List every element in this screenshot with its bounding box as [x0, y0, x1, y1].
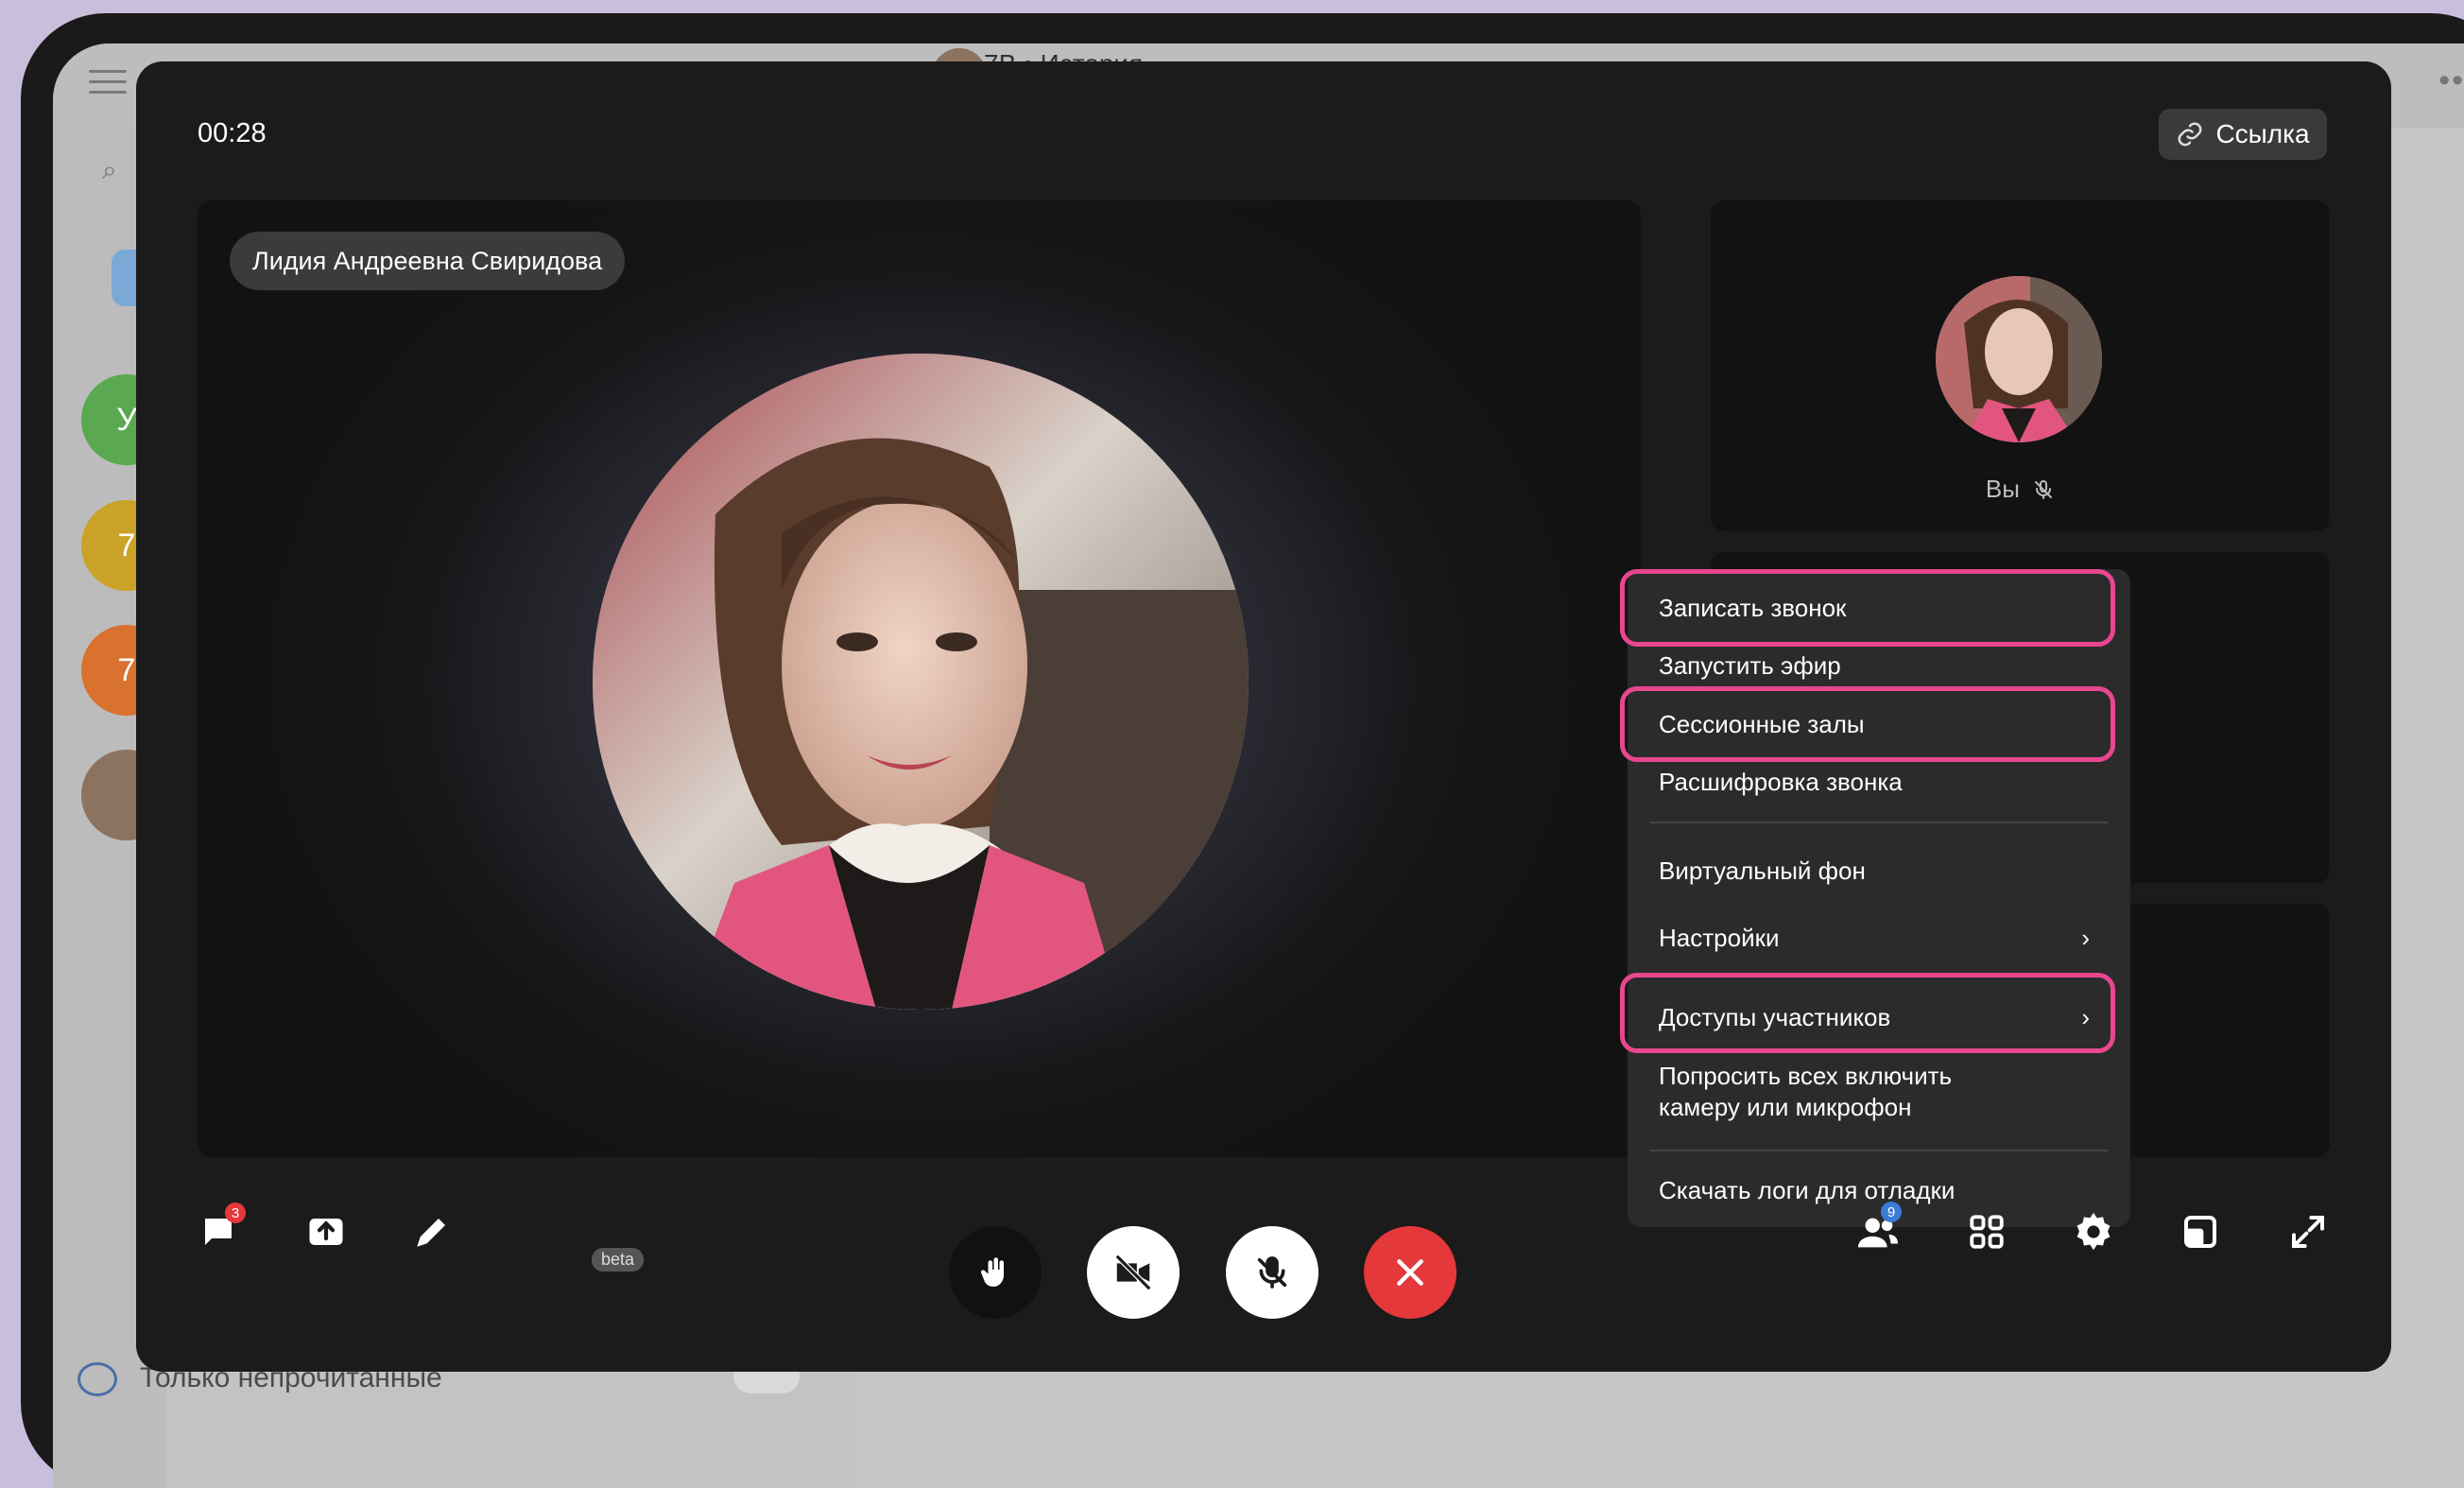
beta-tag: beta	[592, 1248, 645, 1272]
link-button-label: Ссылка	[2215, 119, 2310, 148]
speaker-photo	[593, 354, 1249, 1010]
menu-item-settings-label: Настройки	[1659, 924, 1780, 952]
menu-divider	[1650, 1150, 2108, 1151]
chat-badge: 3	[225, 1203, 246, 1223]
menu-item-virtual-background[interactable]: Виртуальный фон	[1659, 856, 1866, 887]
camera-toggle-button[interactable]	[1087, 1226, 1180, 1319]
participants-button[interactable]: 9	[1854, 1202, 1902, 1256]
speaker-name-tag: Лидия Андреевна Свиридова	[230, 232, 626, 290]
settings-button[interactable]	[2071, 1209, 2116, 1254]
chat-button[interactable]: 3	[197, 1203, 246, 1254]
menu-item-ask-line1: Попросить всех включить	[1659, 1062, 1953, 1090]
speaker-video[interactable]: Лидия Андреевна Свиридова	[198, 200, 1641, 1157]
menu-item-start-broadcast[interactable]: Запустить эфир	[1659, 650, 1841, 682]
participants-badge: 9	[1881, 1202, 1902, 1222]
share-screen-button[interactable]	[304, 1210, 348, 1254]
pip-button[interactable]	[2178, 1209, 2223, 1254]
raise-hand-button[interactable]	[949, 1226, 1042, 1319]
microphone-toggle-button[interactable]	[1226, 1226, 1318, 1319]
menu-item-ask-camera-mic[interactable]: Попросить всех включить камеру или микро…	[1659, 1061, 1952, 1123]
fullscreen-button[interactable]	[2285, 1209, 2331, 1254]
end-call-button[interactable]	[1364, 1226, 1456, 1319]
self-video-tile[interactable]: Вы	[1711, 200, 2330, 531]
more-icon[interactable]: •••	[2438, 62, 2464, 99]
link-icon	[2178, 122, 2202, 147]
mic-muted-icon	[2035, 480, 2053, 499]
gear-icon	[2076, 1212, 2111, 1251]
self-avatar	[1936, 276, 2102, 442]
call-timer: 00:28	[198, 118, 267, 148]
whiteboard-button[interactable]	[410, 1210, 454, 1254]
menu-item-breakout-rooms[interactable]: Сессионные залы	[1659, 709, 1865, 740]
menu-item-ask-line2: камеру или микрофон	[1659, 1093, 1912, 1121]
camera-off-icon	[1114, 1254, 1152, 1291]
menu-item-download-logs[interactable]: Скачать логи для отладки	[1659, 1175, 1955, 1206]
menu-item-settings[interactable]: Настройки ›	[1659, 923, 2090, 954]
picture-in-picture-icon	[2184, 1216, 2216, 1248]
call-window: 00:28 Ссылка Лидия Андреевна Свиридова В…	[136, 61, 2391, 1372]
menu-item-transcription[interactable]: Расшифровка звонка	[1659, 767, 1903, 798]
more-options-menu: Записать звонок Запустить эфир Сессионны…	[1620, 569, 2130, 1227]
chat-bubble-icon	[78, 1362, 117, 1396]
self-label-text: Вы	[1985, 475, 2020, 503]
chevron-right-icon: ›	[2081, 1003, 2090, 1031]
pencil-icon	[417, 1219, 445, 1247]
menu-icon[interactable]	[89, 70, 127, 95]
mic-off-icon	[1257, 1256, 1287, 1289]
hand-icon	[980, 1257, 1004, 1287]
link-button[interactable]: Ссылка	[2159, 109, 2327, 160]
grid-view-button[interactable]	[1964, 1209, 2009, 1254]
menu-item-record-call[interactable]: Записать звонок	[1659, 593, 1846, 624]
search-icon[interactable]: ⌕	[102, 155, 130, 184]
close-icon	[1397, 1259, 1423, 1286]
menu-item-participant-permissions[interactable]: Доступы участников ›	[1659, 1002, 2090, 1033]
menu-item-permissions-label: Доступы участников	[1659, 1003, 1891, 1031]
expand-icon	[2292, 1216, 2324, 1248]
grid-icon	[1970, 1215, 2004, 1249]
chevron-right-icon: ›	[2081, 924, 2090, 952]
menu-divider	[1650, 822, 2108, 823]
self-label: Вы	[1711, 475, 2330, 504]
share-screen-icon	[309, 1219, 343, 1245]
